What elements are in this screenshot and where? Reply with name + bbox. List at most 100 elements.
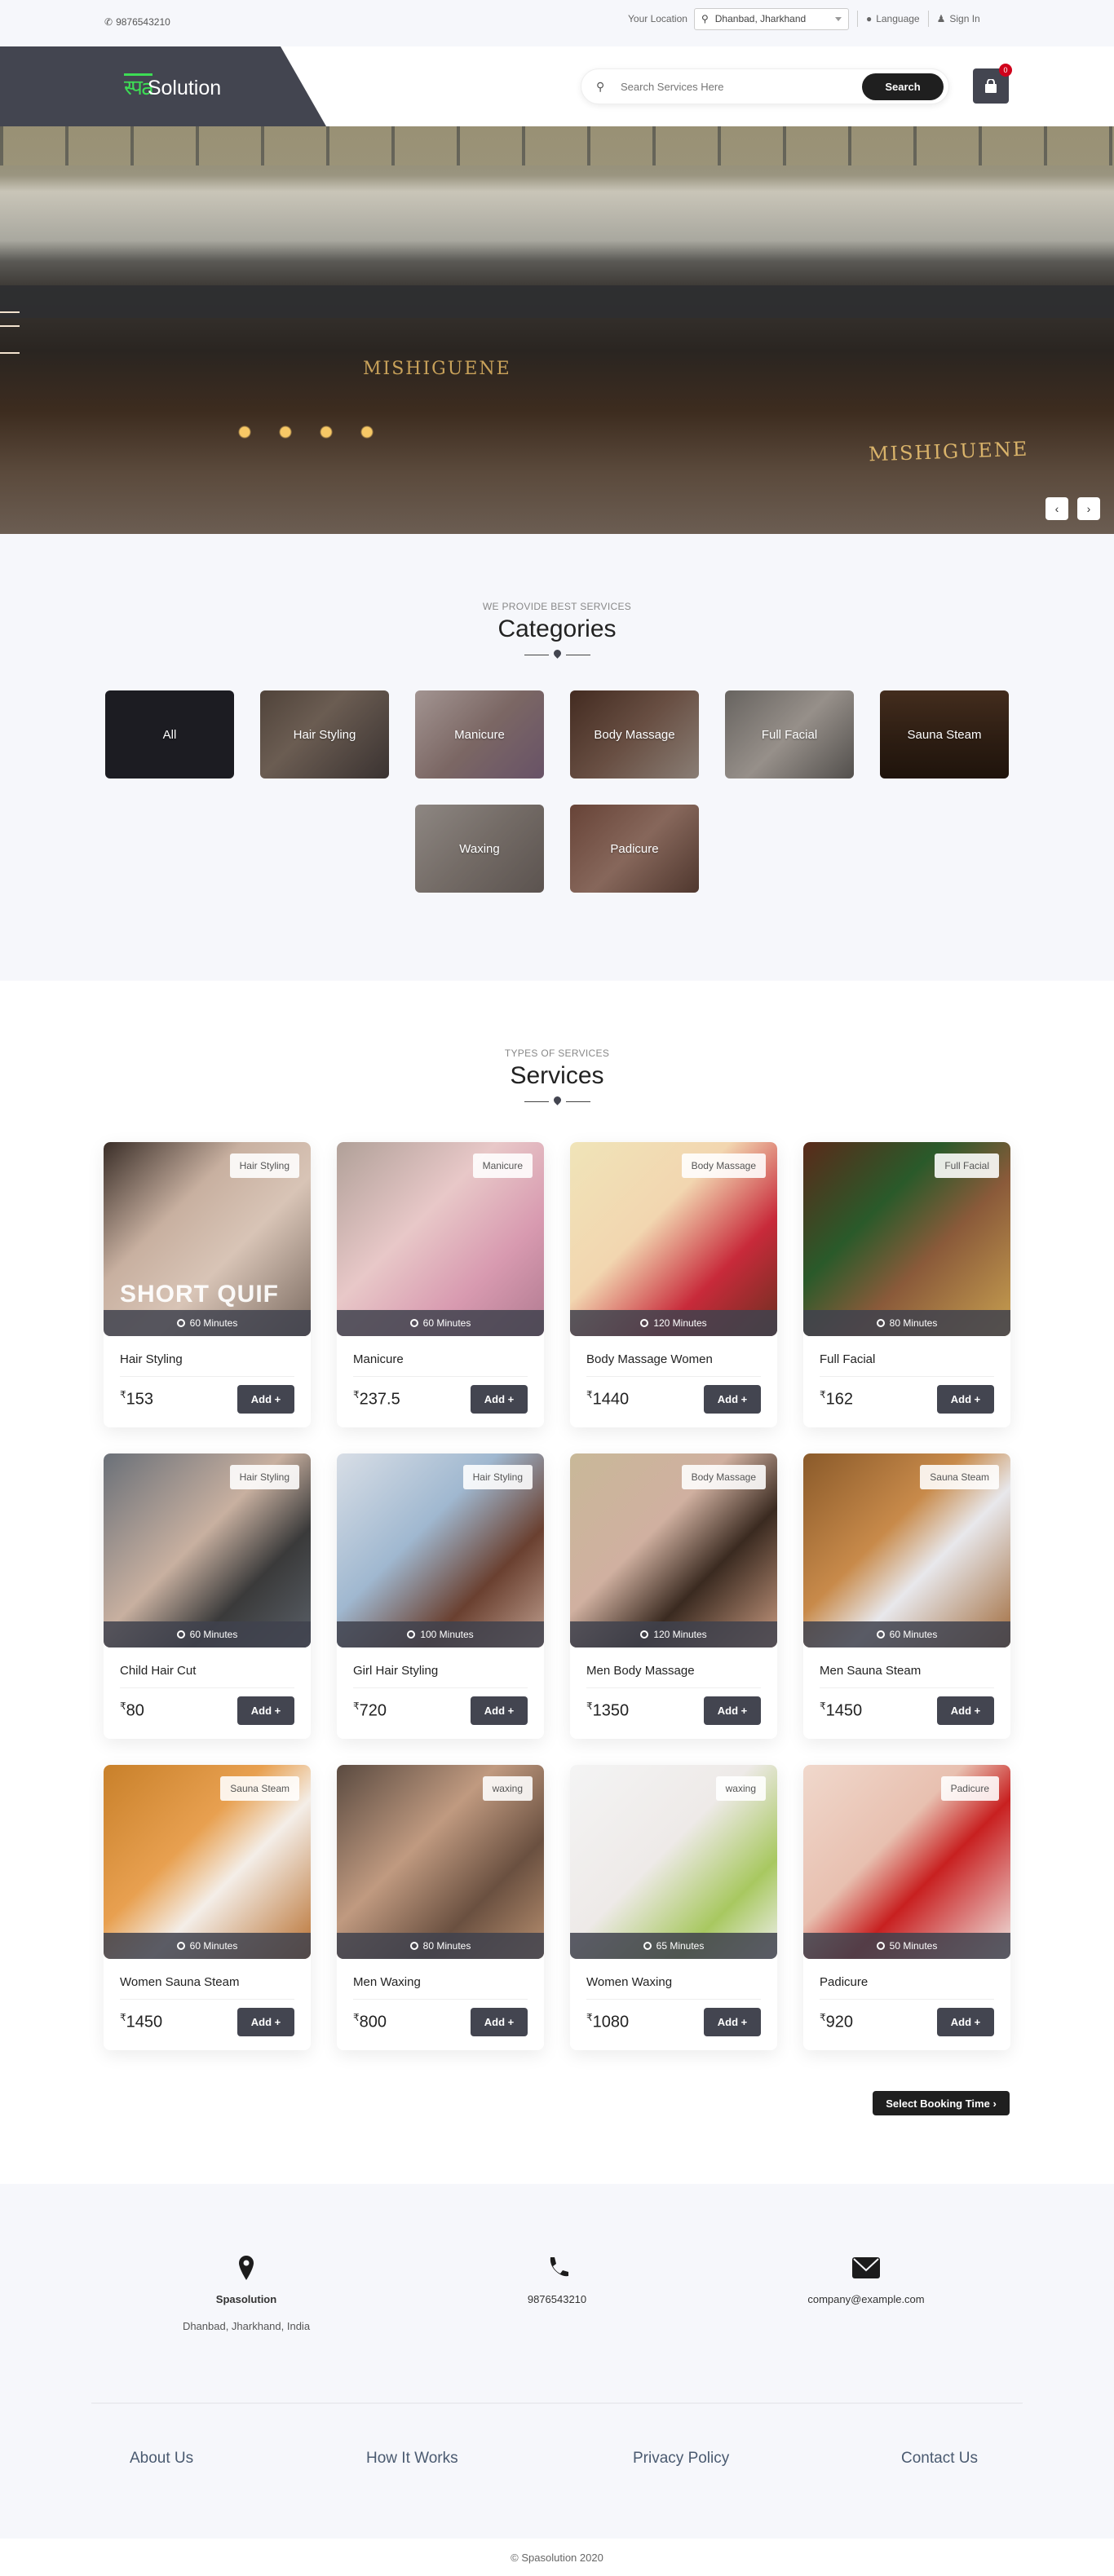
search-button[interactable]: Search <box>862 73 944 100</box>
section-divider <box>0 1096 1114 1106</box>
duration-text: 120 Minutes <box>653 1629 707 1640</box>
add-to-cart-button[interactable]: Add + <box>704 2008 761 2036</box>
service-image[interactable]: Padicure 50 Minutes <box>803 1765 1010 1959</box>
user-icon: ♟ <box>936 13 946 24</box>
add-to-cart-button[interactable]: Add + <box>471 1385 528 1414</box>
service-category-tag: Body Massage <box>681 1153 766 1178</box>
service-duration: 60 Minutes <box>337 1310 544 1336</box>
service-image[interactable]: Manicure 60 Minutes <box>337 1142 544 1336</box>
service-price: ₹800 <box>353 2012 387 2032</box>
footer-phone[interactable]: 9876543210 <box>435 2293 679 2305</box>
service-card: waxing 80 Minutes Men Waxing ₹800 Add + <box>337 1765 544 2050</box>
service-duration: 65 Minutes <box>570 1933 777 1959</box>
service-image[interactable]: Sauna Steam 60 Minutes <box>803 1453 1010 1647</box>
map-pin-icon <box>554 650 561 659</box>
footer-email[interactable]: company@example.com <box>744 2293 988 2305</box>
footer-link-about-us[interactable]: About Us <box>130 2450 193 2468</box>
cart-button[interactable]: 0 <box>973 64 1012 104</box>
language-link[interactable]: ● Language <box>866 13 920 24</box>
category-body-massage[interactable]: Body Massage <box>570 690 699 779</box>
service-image[interactable]: waxing 65 Minutes <box>570 1765 777 1959</box>
slider-next-button[interactable]: › <box>1077 497 1100 520</box>
service-name: Women Waxing <box>586 1975 761 2000</box>
clock-icon <box>176 1630 185 1639</box>
category-hair-styling[interactable]: Hair Styling <box>260 690 389 779</box>
hero-image-awning <box>0 285 1114 318</box>
add-to-cart-button[interactable]: Add + <box>704 1385 761 1414</box>
duration-text: 100 Minutes <box>420 1629 474 1640</box>
service-price: ₹1450 <box>820 1700 862 1721</box>
footer-address: Dhanbad, Jharkhand, India <box>182 2320 311 2332</box>
category-all[interactable]: All <box>105 690 234 779</box>
footer: Spasolution Dhanbad, Jharkhand, India 98… <box>0 2184 1114 2553</box>
clock-icon <box>876 1319 885 1327</box>
add-to-cart-button[interactable]: Add + <box>237 1385 294 1414</box>
clock-icon <box>176 1319 185 1327</box>
clock-icon <box>876 1630 885 1639</box>
add-to-cart-button[interactable]: Add + <box>237 1696 294 1725</box>
divider <box>856 11 858 27</box>
globe-icon: ● <box>865 13 873 24</box>
footer-link-how-it-works[interactable]: How It Works <box>366 2450 458 2468</box>
service-duration: 60 Minutes <box>104 1310 311 1336</box>
add-to-cart-button[interactable]: Add + <box>237 2008 294 2036</box>
category-label: Manicure <box>454 727 505 742</box>
service-image[interactable]: Sauna Steam 60 Minutes <box>104 1765 311 1959</box>
location-select[interactable]: ⚲ Dhanbad, Jharkhand <box>693 7 849 30</box>
rupee-icon: ₹ <box>120 1700 126 1713</box>
service-name: Men Waxing <box>353 1975 528 2000</box>
sign-in-link[interactable]: ♟ Sign In <box>937 13 980 24</box>
rupee-icon: ₹ <box>353 1700 360 1713</box>
rupee-icon: ₹ <box>353 1389 360 1401</box>
category-full-facial[interactable]: Full Facial <box>725 690 854 779</box>
map-marker-icon <box>124 2256 369 2282</box>
service-image[interactable]: Hair Styling 100 Minutes <box>337 1453 544 1647</box>
price-value: 80 <box>126 1701 144 1720</box>
service-name: Padicure <box>820 1975 994 2000</box>
add-to-cart-button[interactable]: Add + <box>471 1696 528 1725</box>
logo[interactable]: स्पaSolution <box>124 73 221 100</box>
service-image[interactable]: SHORT QUIF Hair Styling 60 Minutes <box>104 1142 311 1336</box>
duration-text: 80 Minutes <box>422 1940 471 1952</box>
service-category-tag: Hair Styling <box>229 1153 299 1178</box>
rupee-icon: ₹ <box>586 2012 593 2024</box>
location-value: Dhanbad, Jharkhand <box>714 13 807 24</box>
add-to-cart-button[interactable]: Add + <box>937 1696 994 1725</box>
header: स्पaSolution ⚲ Search 0 <box>0 46 1114 126</box>
add-to-cart-button[interactable]: Add + <box>937 2008 994 2036</box>
sign-in-label: Sign In <box>949 13 980 24</box>
category-sauna-steam[interactable]: Sauna Steam <box>880 690 1009 779</box>
category-padicure[interactable]: Padicure <box>570 805 699 893</box>
service-image[interactable]: Body Massage 120 Minutes <box>570 1142 777 1336</box>
service-image[interactable]: Body Massage 120 Minutes <box>570 1453 777 1647</box>
category-waxing[interactable]: Waxing <box>415 805 544 893</box>
footer-link-privacy-policy[interactable]: Privacy Policy <box>633 2450 729 2468</box>
add-to-cart-button[interactable]: Add + <box>471 2008 528 2036</box>
slider-prev-button[interactable]: ‹ <box>1045 497 1068 520</box>
service-card: Hair Styling 60 Minutes Child Hair Cut ₹80 A… <box>104 1453 311 1739</box>
service-category-tag: Hair Styling <box>462 1465 533 1489</box>
topbar-phone[interactable]: ✆ 9876543210 <box>104 16 170 28</box>
hero-slider: MISHIGUENE MISHIGUENE <box>0 126 1114 534</box>
service-name: Manicure <box>353 1352 528 1377</box>
service-name: Men Sauna Steam <box>820 1664 994 1688</box>
search-icon: ⚲ <box>596 79 605 93</box>
category-manicure[interactable]: Manicure <box>415 690 544 779</box>
service-price: ₹720 <box>353 1700 387 1721</box>
service-image[interactable]: Hair Styling 60 Minutes <box>104 1453 311 1647</box>
services-title: Services <box>510 1062 604 1089</box>
service-card: Hair Styling 100 Minutes Girl Hair Styling… <box>337 1453 544 1739</box>
add-to-cart-button[interactable]: Add + <box>937 1385 994 1414</box>
clock-icon <box>643 1942 652 1950</box>
search-input[interactable] <box>621 80 862 93</box>
select-booking-time-button[interactable]: Select Booking Time › <box>873 2091 1010 2115</box>
footer-link-contact-us[interactable]: Contact Us <box>901 2450 978 2468</box>
rupee-icon: ₹ <box>820 1700 826 1713</box>
service-image[interactable]: Full Facial 80 Minutes <box>803 1142 1010 1336</box>
clock-icon <box>876 1942 885 1950</box>
clock-icon <box>409 1942 418 1950</box>
service-image[interactable]: waxing 80 Minutes <box>337 1765 544 1959</box>
topbar-phone-number: 9876543210 <box>116 16 170 28</box>
rupee-icon: ₹ <box>820 1389 826 1401</box>
add-to-cart-button[interactable]: Add + <box>704 1696 761 1725</box>
